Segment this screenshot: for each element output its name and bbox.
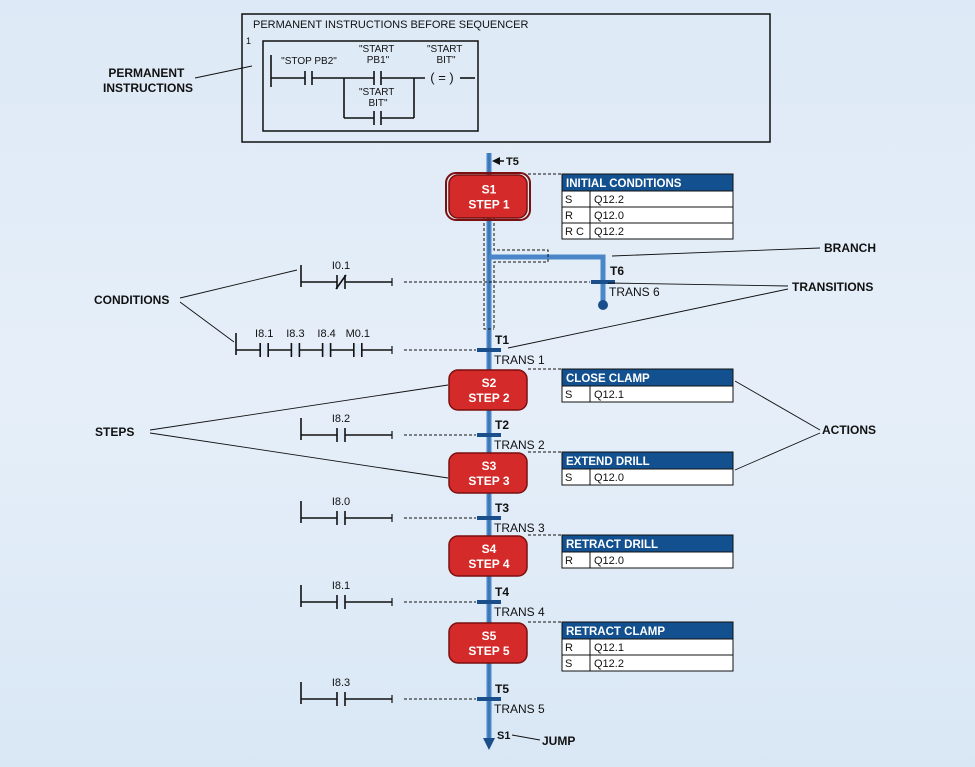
network-number: 1: [246, 36, 251, 46]
contact-address: M0.1: [346, 328, 370, 340]
action-row: [561, 654, 734, 672]
action-qualifier: R: [565, 555, 573, 567]
step-name: STEP 3: [468, 474, 509, 488]
transition-id: T5: [495, 682, 509, 696]
transition-id: T6: [610, 264, 624, 278]
action-row: [561, 468, 734, 486]
callout-transitions: TRANSITIONS: [792, 280, 873, 294]
action-qualifier: S: [565, 658, 572, 670]
contact-address: I8.2: [332, 413, 350, 425]
contact-gap: [337, 512, 345, 524]
action-operand: Q12.2: [594, 226, 624, 238]
contact-label-start-bit: "START BIT": [359, 87, 397, 109]
action-row: [561, 190, 734, 208]
branch-scope-dashed: [493, 218, 549, 329]
branch-end-dot: [598, 300, 608, 310]
action-table-title: RETRACT DRILL: [566, 539, 658, 551]
action-operand: Q12.0: [594, 555, 624, 567]
action-qualifier: R: [565, 642, 573, 654]
entry-arrow-icon: [492, 157, 500, 165]
callout-conditions: CONDITIONS: [94, 293, 169, 307]
contact-gap: [322, 344, 331, 356]
action-table-title: EXTEND DRILL: [566, 456, 650, 468]
callout-branch: BRANCH: [824, 241, 876, 255]
action-operand: Q12.0: [594, 210, 624, 222]
action-operand: Q12.2: [594, 658, 624, 670]
action-operand: Q12.1: [594, 389, 624, 401]
step-id: S5: [482, 629, 497, 643]
contact-gap: [337, 693, 345, 705]
contact-address: I8.1: [255, 328, 273, 340]
action-row: [561, 385, 734, 403]
contact-address: I8.3: [332, 677, 350, 689]
action-table-title: CLOSE CLAMP: [566, 373, 650, 385]
branch-line: [489, 254, 606, 305]
step-name: STEP 4: [468, 557, 509, 571]
contact-address: I8.4: [317, 328, 335, 340]
contact-label-stop-pb2: "STOP PB2": [281, 56, 337, 67]
step-id: S3: [482, 459, 497, 473]
transition-id: T1: [495, 333, 509, 347]
action-qualifier: R: [565, 210, 573, 222]
panel-title: PERMANENT INSTRUCTIONS BEFORE SEQUENCER: [253, 19, 528, 31]
transition-name: TRANS 4: [494, 605, 545, 619]
contact-label-start-pb1: "START PB1": [359, 44, 397, 66]
contact-gap: [260, 344, 269, 356]
callout-actions: ACTIONS: [822, 423, 876, 437]
contact-address: I8.3: [286, 328, 304, 340]
transition-id: T4: [495, 585, 509, 599]
action-operand: Q12.1: [594, 642, 624, 654]
action-operand: Q12.2: [594, 194, 624, 206]
contact-address: I0.1: [332, 260, 350, 272]
contact-gap: [291, 344, 300, 356]
transition-name: TRANS 1: [494, 353, 545, 367]
jump-arrow-icon: [483, 738, 495, 750]
permanent-instructions-panel: PERMANENT INSTRUCTIONS BEFORE SEQUENCER …: [241, 13, 771, 143]
action-row: [561, 222, 734, 240]
action-table-title: RETRACT CLAMP: [566, 626, 665, 638]
step-s1: [448, 174, 528, 219]
action-qualifier: S: [565, 389, 572, 401]
transition-name: TRANS 2: [494, 438, 545, 452]
coil-symbol: ( = ): [430, 70, 453, 85]
jump-target: S1: [497, 730, 510, 742]
action-qualifier: R C: [565, 226, 584, 238]
step-id: S4: [482, 542, 497, 556]
contact-address: I8.1: [332, 580, 350, 592]
action-row: [561, 551, 734, 569]
contact-gap: [337, 429, 345, 441]
callout-jump: JUMP: [542, 734, 575, 748]
sequencer-diagram: PERMANENT INSTRUCTIONS BEFORE SEQUENCER …: [94, 13, 876, 750]
coil-label: "START BIT": [427, 44, 465, 66]
callout-steps: STEPS: [95, 425, 134, 439]
transition-name: TRANS 3: [494, 521, 545, 535]
transition-name: TRANS 5: [494, 702, 545, 716]
action-qualifier: S: [565, 194, 572, 206]
entry-label: T5: [506, 156, 519, 168]
step-name: STEP 1: [468, 198, 509, 212]
step-id: S2: [482, 376, 497, 390]
action-operand: Q12.0: [594, 472, 624, 484]
transition-id: T2: [495, 418, 509, 432]
contact-gap: [353, 344, 362, 356]
action-row: [561, 638, 734, 656]
step-name: STEP 2: [468, 391, 509, 405]
action-table-title: INITIAL CONDITIONS: [566, 178, 682, 190]
contact-address: I8.0: [332, 496, 350, 508]
action-qualifier: S: [565, 472, 572, 484]
contact-gap: [337, 596, 345, 608]
transition-id: T3: [495, 501, 509, 515]
callout-permanent: PERMANENT INSTRUCTIONS: [103, 66, 193, 95]
transition-name: TRANS 6: [609, 285, 660, 299]
action-row: [561, 206, 734, 224]
step-name: STEP 5: [468, 644, 509, 658]
step-id: S1: [482, 183, 497, 197]
